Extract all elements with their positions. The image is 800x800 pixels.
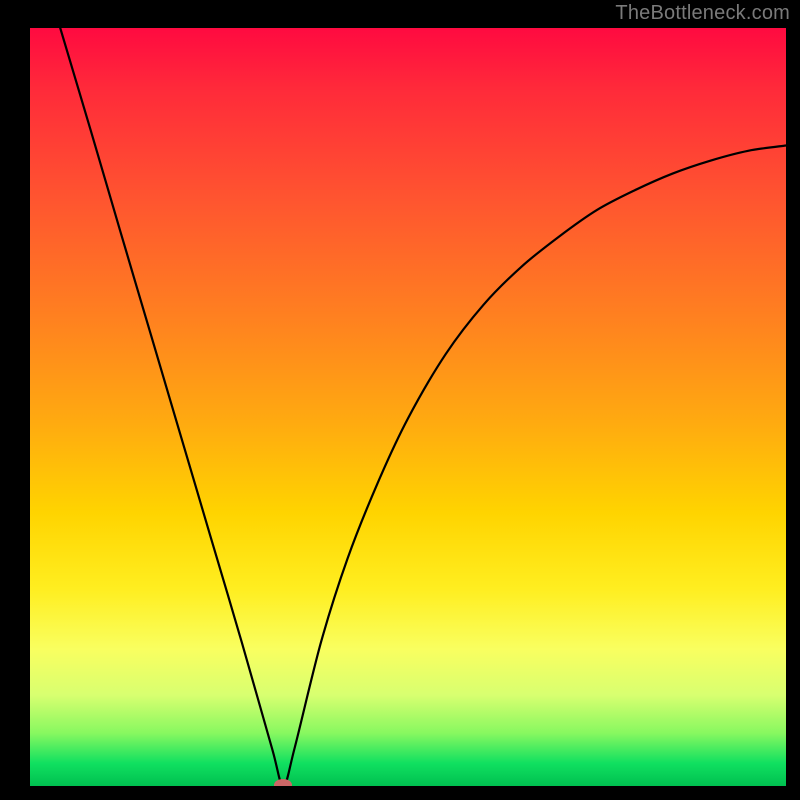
minimum-marker — [274, 779, 292, 786]
chart-frame: TheBottleneck.com — [0, 0, 800, 800]
watermark-text: TheBottleneck.com — [615, 2, 790, 25]
curve-svg — [30, 28, 786, 786]
bottleneck-curve — [60, 28, 786, 786]
plot-area — [30, 28, 786, 786]
